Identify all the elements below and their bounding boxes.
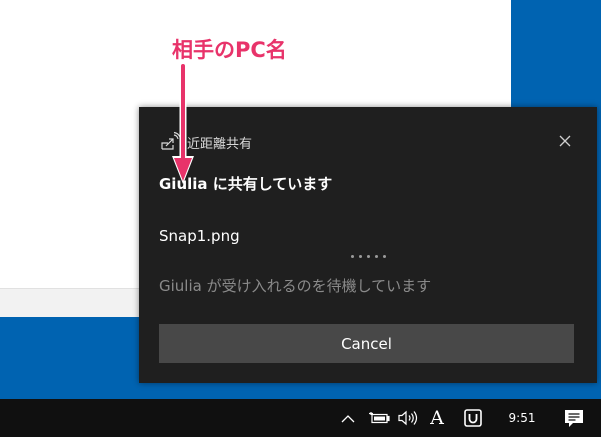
progress-dot [382, 255, 386, 258]
battery-icon [369, 412, 390, 424]
ime-mode-button[interactable]: A [426, 399, 448, 437]
cancel-button[interactable]: Cancel [159, 324, 574, 363]
progress-dot [350, 255, 354, 258]
volume-button[interactable] [396, 399, 420, 437]
progress-dot [374, 255, 378, 258]
nearby-share-toast: 近距離共有 Giulia に共有しています Snap1.png Giulia が… [139, 107, 597, 383]
progress-dot [366, 255, 370, 258]
chevron-up-icon [341, 414, 355, 422]
action-center-button[interactable] [560, 399, 588, 437]
close-icon [559, 135, 571, 147]
ime-status-icon [464, 409, 482, 427]
shared-file-name: Snap1.png [159, 227, 240, 245]
progress-dot [358, 255, 362, 258]
progress-indicator [139, 255, 597, 258]
taskbar: A 9:51 [0, 399, 601, 437]
action-center-icon [565, 409, 583, 427]
volume-icon [398, 410, 418, 426]
clock-time: 9:51 [508, 411, 536, 425]
ime-status-button[interactable] [461, 399, 485, 437]
status-text: Giulia が受け入れるのを待機しています [159, 277, 432, 295]
clock-button[interactable]: 9:51 [501, 399, 543, 437]
annotation-label: 相手のPC名 [172, 38, 287, 62]
show-hidden-icons-button[interactable] [337, 399, 359, 437]
battery-button[interactable] [366, 399, 392, 437]
close-button[interactable] [553, 129, 577, 153]
annotation-arrow [172, 64, 194, 184]
ime-mode-indicator: A [430, 407, 444, 429]
